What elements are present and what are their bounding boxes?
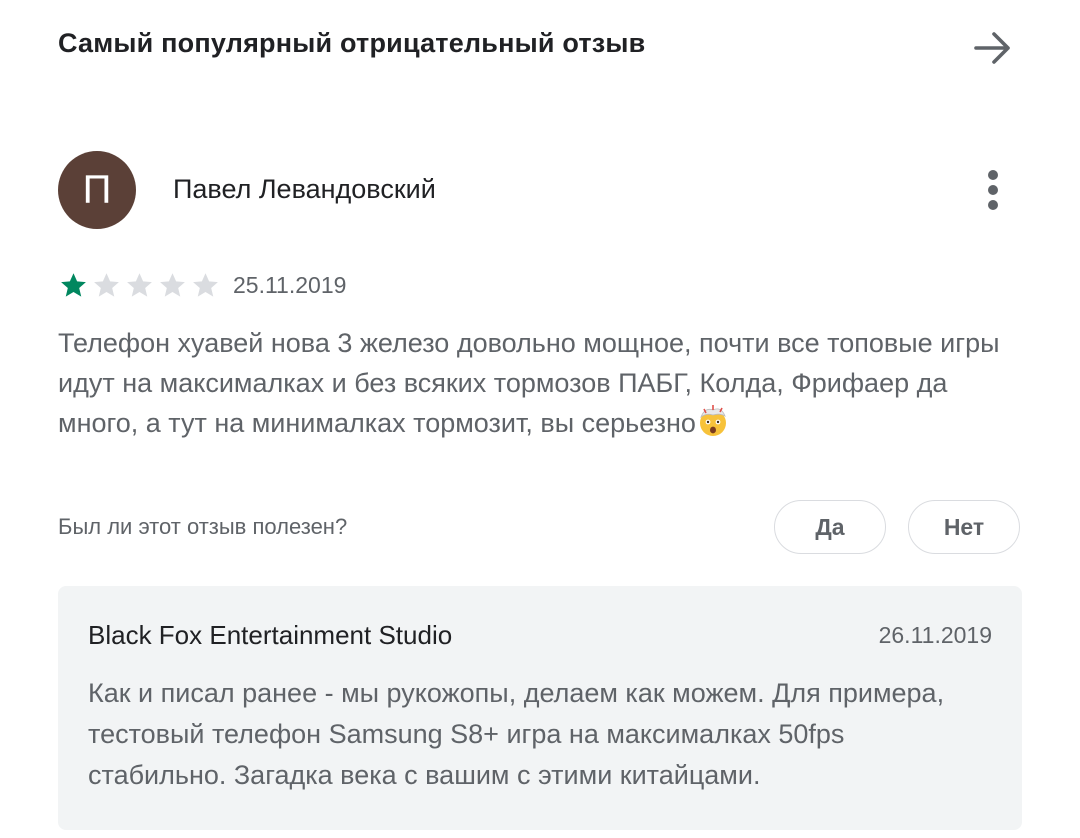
section-title: Самый популярный отрицательный отзыв	[58, 28, 646, 58]
author-name: Павел Левандовский	[173, 174, 436, 204]
review-body: Телефон хуавей нова 3 железо довольно мо…	[58, 328, 1000, 438]
more-vert-icon[interactable]	[976, 166, 1010, 214]
star-empty-icon	[94, 273, 119, 297]
star-empty-icon	[160, 273, 185, 297]
exploding-head-emoji	[699, 405, 726, 436]
avatar-letter: П	[82, 167, 112, 212]
star-rating	[58, 270, 221, 301]
review-text: Телефон хуавей нова 3 железо довольно мо…	[58, 323, 1033, 443]
review-date: 25.11.2019	[233, 272, 347, 298]
arrow-right-icon[interactable]	[968, 24, 1016, 72]
star-filled-icon	[61, 273, 86, 297]
star-empty-icon	[127, 273, 152, 297]
helpful-yes-button[interactable]: Да	[774, 500, 886, 554]
developer-name: Black Fox Entertainment Studio	[88, 620, 453, 650]
helpful-no-button[interactable]: Нет	[908, 500, 1020, 554]
helpful-question: Был ли этот отзыв полезен?	[58, 514, 348, 539]
reply-text: Как и писал ранее - мы рукожопы, делаем …	[88, 678, 945, 790]
avatar: П	[58, 151, 136, 229]
reply-date: 26.11.2019	[878, 622, 992, 648]
star-empty-icon	[193, 273, 218, 297]
